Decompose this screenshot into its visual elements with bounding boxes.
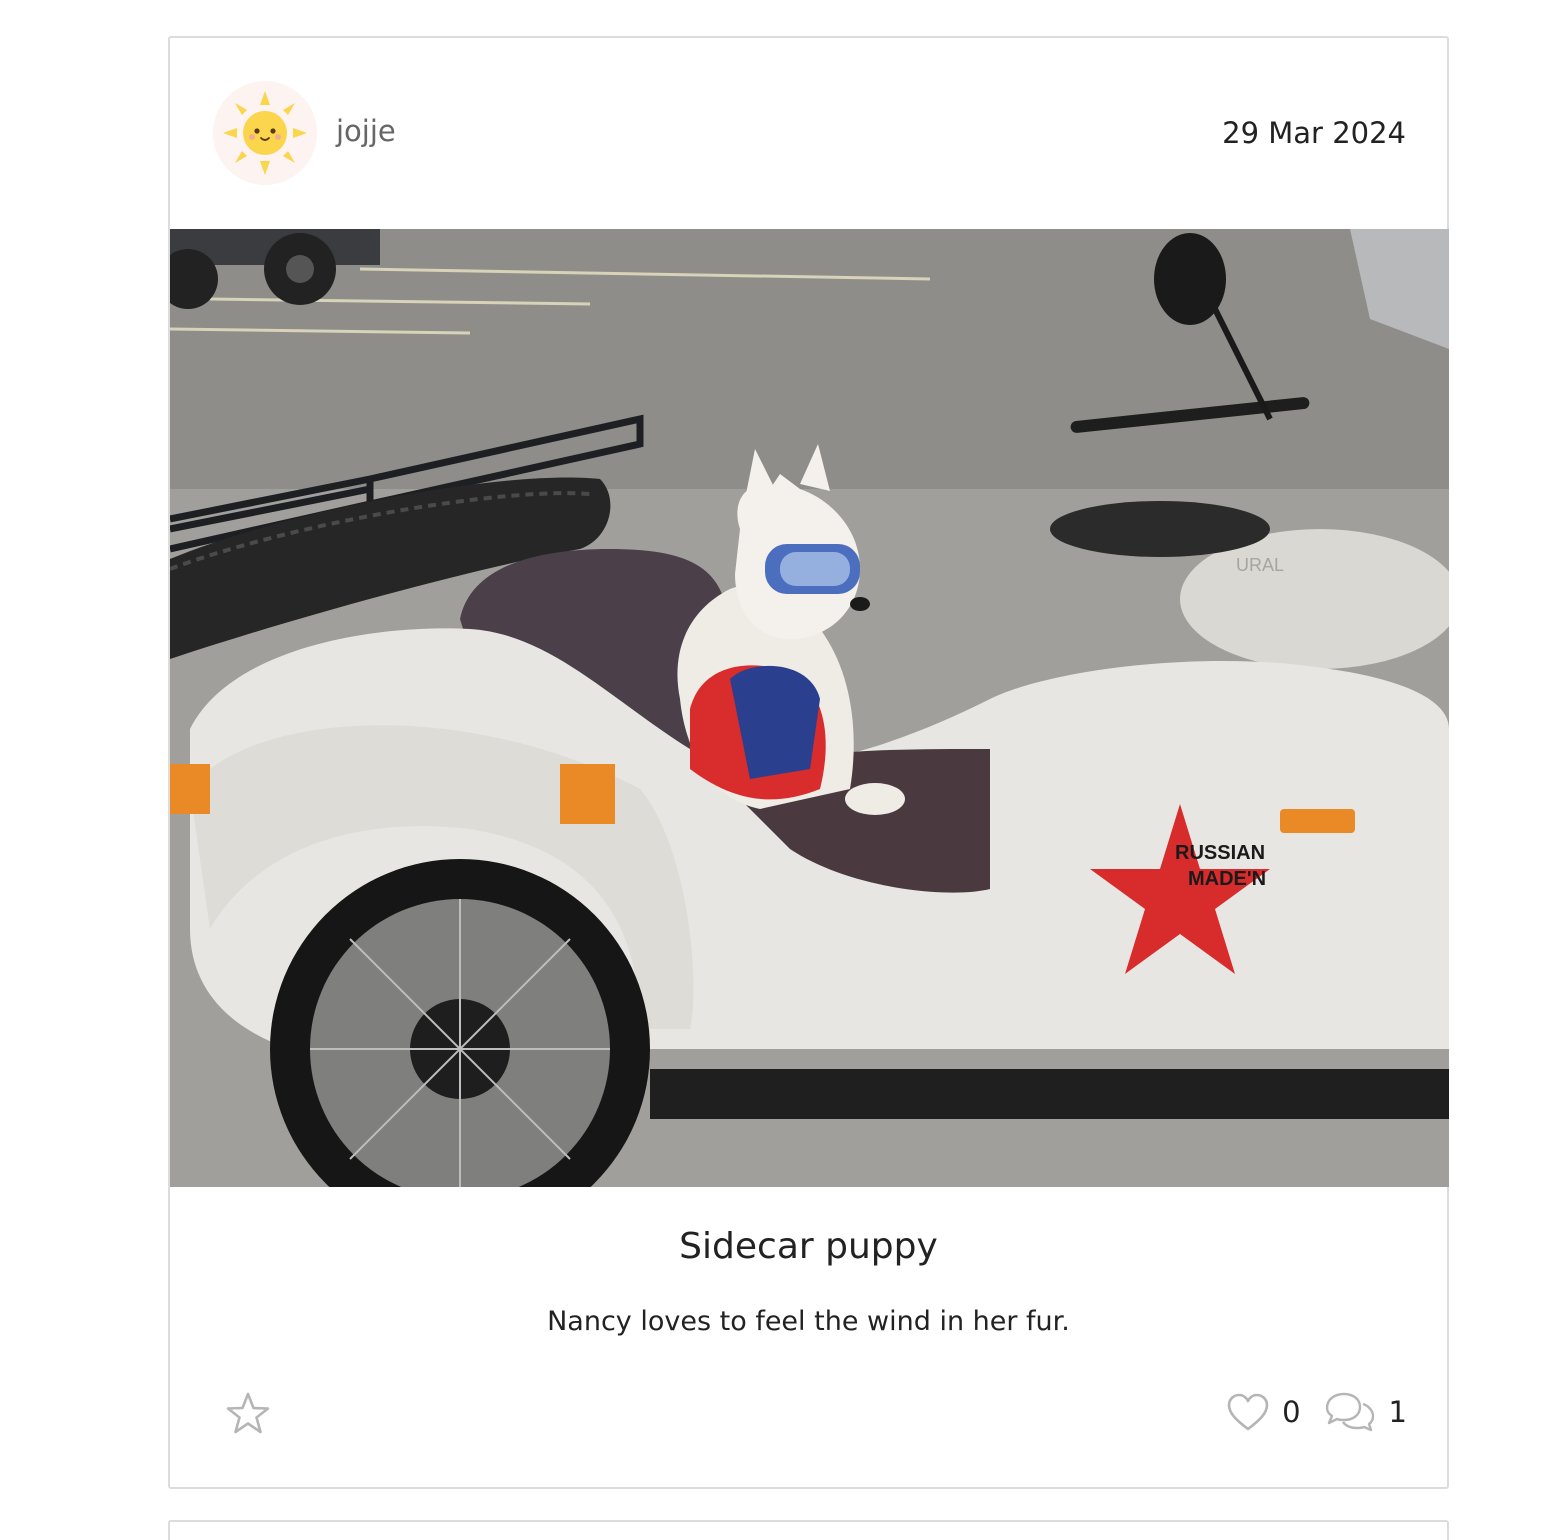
sidecar-dog-photo: RUSSIAN MADE'N URAL xyxy=(170,229,1449,1187)
decal-text-2: MADE'N xyxy=(1188,868,1266,890)
post-date: 29 Mar 2024 xyxy=(1222,116,1406,150)
next-post-card xyxy=(168,1520,1449,1540)
like-count: 0 xyxy=(1282,1395,1301,1429)
favorite-button[interactable] xyxy=(224,1390,272,1438)
comments-button[interactable]: 1 xyxy=(1323,1390,1407,1434)
like-button[interactable]: 0 xyxy=(1226,1392,1301,1432)
post-stats: 0 1 xyxy=(1226,1388,1407,1436)
sun-icon xyxy=(223,91,307,175)
heart-outline-icon xyxy=(1227,1393,1269,1431)
comment-count: 1 xyxy=(1388,1395,1407,1429)
avatar[interactable] xyxy=(213,81,317,185)
post-description: Nancy loves to feel the wind in her fur. xyxy=(547,1306,1070,1337)
decal-text-1: RUSSIAN xyxy=(1175,842,1265,864)
post-card: jojje 29 Mar 2024 RUSSIAN MADE'N URAL Si… xyxy=(168,36,1449,1489)
tank-text: URAL xyxy=(1236,555,1284,575)
post-title: Sidecar puppy xyxy=(679,1226,938,1267)
star-outline-icon xyxy=(226,1392,270,1434)
post-header: jojje 29 Mar 2024 xyxy=(170,38,1447,228)
author-username[interactable]: jojje xyxy=(336,114,396,148)
comments-icon xyxy=(1325,1392,1374,1432)
post-photo[interactable]: RUSSIAN MADE'N URAL xyxy=(170,229,1449,1187)
